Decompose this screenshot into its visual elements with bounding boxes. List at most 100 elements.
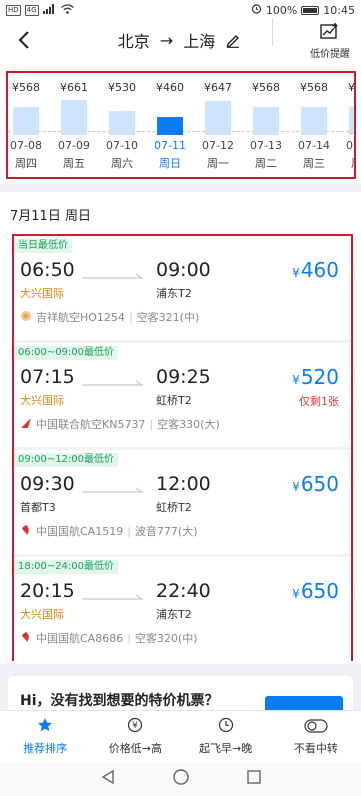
date-option-date: 07-11 — [154, 139, 186, 152]
date-option[interactable]: ¥568 07-13 周二 — [246, 73, 286, 177]
to-city: 上海 — [183, 32, 216, 51]
nav-back-icon[interactable] — [100, 769, 116, 789]
date-option-price: ¥647 — [204, 81, 232, 94]
flight-direction-arrow — [82, 380, 144, 386]
airline-info: 中国国航CA1519 | 波音777(大) — [20, 523, 198, 539]
tab-departure-sort[interactable]: 起飞早→晚 — [181, 711, 271, 762]
date-option-date: 07-08 — [10, 139, 42, 152]
airline-info: 中国国航CA8686 | 空客320(中) — [20, 630, 198, 646]
promo-text: Hi，没有找到想要的特价机票？ — [20, 693, 219, 709]
air-china-logo — [20, 524, 32, 539]
price-alert-button[interactable]: 低价提醒 — [305, 22, 355, 60]
date-option-weekday: 周六 — [111, 157, 133, 170]
departure-time: 07:15 — [20, 366, 75, 388]
promo-button[interactable] — [265, 696, 343, 710]
back-icon[interactable] — [10, 26, 38, 54]
star-icon — [37, 717, 53, 737]
departure-airport: 首都T3 — [20, 501, 56, 514]
arrival-airport: 浦东T2 — [156, 608, 192, 621]
status-bar: HD 4G 100% 10:45 — [0, 0, 361, 20]
clock-icon — [218, 717, 234, 737]
hd-indicator: HD — [6, 4, 21, 16]
currency-symbol: ¥ — [292, 587, 300, 601]
svg-text:¥: ¥ — [133, 721, 139, 731]
airline-flight-number: 吉祥航空HO1254 — [36, 311, 125, 324]
status-left: HD 4G — [6, 3, 74, 17]
yen-circle-icon: ¥ — [127, 717, 143, 737]
date-option-price: ¥568 — [252, 81, 280, 94]
tab-label: 价格低→高 — [108, 742, 162, 755]
toggle-icon — [304, 718, 328, 737]
seats-remaining: 仅剩1张 — [299, 395, 339, 408]
arrival-time: 09:25 — [156, 366, 211, 388]
date-option[interactable]: ¥568 07-14 周三 — [294, 73, 334, 177]
airline-flight-number: 中国国航CA1519 — [36, 525, 124, 538]
tab-divider — [272, 18, 273, 46]
date-option-price-bar — [205, 101, 231, 135]
route-title[interactable]: 北京 → 上海 — [118, 28, 243, 52]
flight-card[interactable]: 06:00~09:00最低价 07:15 09:25 大兴国际 虹桥T2 ¥520 仅剩1张… — [14, 343, 351, 447]
airline-flight-number: 中国国航CA8686 — [36, 632, 124, 645]
lowest-price-tag: 18:00~24:00最低价 — [14, 560, 119, 574]
price-value: 650 — [300, 472, 339, 496]
date-option[interactable]: ¥568 07-15 周四 — [342, 73, 354, 177]
tab-recommended[interactable]: 推荐排序 — [0, 711, 90, 762]
lowest-price-tag: 当日最低价 — [14, 239, 72, 253]
flight-direction-arrow — [82, 487, 144, 493]
date-option-weekday: 周二 — [255, 157, 277, 170]
date-option[interactable]: ¥647 07-12 周一 — [198, 73, 238, 177]
date-option-price: ¥661 — [60, 81, 88, 94]
tab-price-sort[interactable]: ¥ 价格低→高 — [90, 711, 180, 762]
flight-card[interactable]: 09:00~12:00最低价 09:30 12:00 首都T3 虹桥T2 ¥650 中国国航… — [14, 450, 351, 554]
departure-time: 06:50 — [20, 259, 75, 281]
air-china-logo — [20, 631, 32, 646]
nav-recent-icon[interactable] — [246, 769, 262, 789]
nav-home-icon[interactable] — [172, 768, 190, 790]
airline-info: 吉祥航空HO1254 | 空客321(中) — [20, 309, 199, 325]
battery-percent: 100% — [265, 3, 298, 17]
flight-card[interactable]: 当日最低价 06:50 09:00 大兴国际 浦东T2 ¥460 吉祥航空HO1254 | 空客… — [14, 236, 351, 340]
status-right: 100% 10:45 — [251, 3, 355, 17]
arrival-time: 22:40 — [156, 580, 211, 602]
date-option[interactable]: ¥530 07-10 周六 — [102, 73, 142, 177]
date-option-date: 07-12 — [202, 139, 234, 152]
departure-airport: 大兴国际 — [20, 287, 64, 300]
separator: | — [149, 417, 154, 431]
departure-time: 20:15 — [20, 580, 75, 602]
date-option-price: ¥460 — [156, 81, 184, 94]
currency-symbol: ¥ — [292, 373, 300, 387]
date-option-price: ¥568 — [348, 81, 355, 94]
departure-airport: 大兴国际 — [20, 394, 64, 407]
date-option-price-bar — [349, 107, 354, 135]
arrival-airport: 浦东T2 — [156, 287, 192, 300]
separator: | — [127, 524, 131, 538]
date-option-date: 07-13 — [250, 139, 282, 152]
price-value: 460 — [300, 258, 339, 282]
date-price-strip[interactable]: ¥568 07-08 周四 ¥661 07-09 周五 ¥530 07-10 周六 ¥460 07-… — [6, 71, 356, 179]
date-option-date: 07-15 — [346, 139, 354, 152]
arrival-time: 12:00 — [156, 473, 211, 495]
flight-price: ¥460 — [292, 258, 339, 282]
arrival-airport: 虹桥T2 — [156, 501, 192, 514]
battery-icon — [301, 5, 320, 15]
flight-list: 当日最低价 06:50 09:00 大兴国际 浦东T2 ¥460 吉祥航空HO1254 | 空客… — [12, 234, 353, 661]
currency-symbol: ¥ — [292, 480, 300, 494]
selected-date-heading: 7月11日 周日 — [10, 209, 91, 224]
wifi-icon — [60, 3, 74, 17]
edit-icon[interactable] — [225, 31, 243, 49]
date-option-price-bar — [301, 107, 327, 135]
airline-info: 中国联合航空KN5737 | 空客330(大) — [20, 416, 220, 432]
departure-airport: 大兴国际 — [20, 608, 64, 621]
flight-card[interactable]: 18:00~24:00最低价 20:15 22:40 大兴国际 浦东T2 ¥650 中国国航… — [14, 557, 351, 661]
china-united-logo — [20, 417, 32, 432]
date-option-price: ¥568 — [12, 81, 40, 94]
date-option[interactable]: ¥568 07-08 周四 — [8, 73, 46, 177]
separator: | — [127, 631, 131, 645]
date-option[interactable]: ¥460 07-11 周日 — [150, 73, 190, 177]
date-option-weekday: 周一 — [207, 157, 229, 170]
tab-no-transfer[interactable]: 不看中转 — [271, 711, 361, 762]
date-option[interactable]: ¥661 07-09 周五 — [54, 73, 94, 177]
promo-card: Hi，没有找到想要的特价机票？ — [8, 676, 353, 710]
date-option-weekday: 周四 — [15, 157, 37, 170]
header: 北京 → 上海 低价提醒 — [0, 20, 361, 60]
